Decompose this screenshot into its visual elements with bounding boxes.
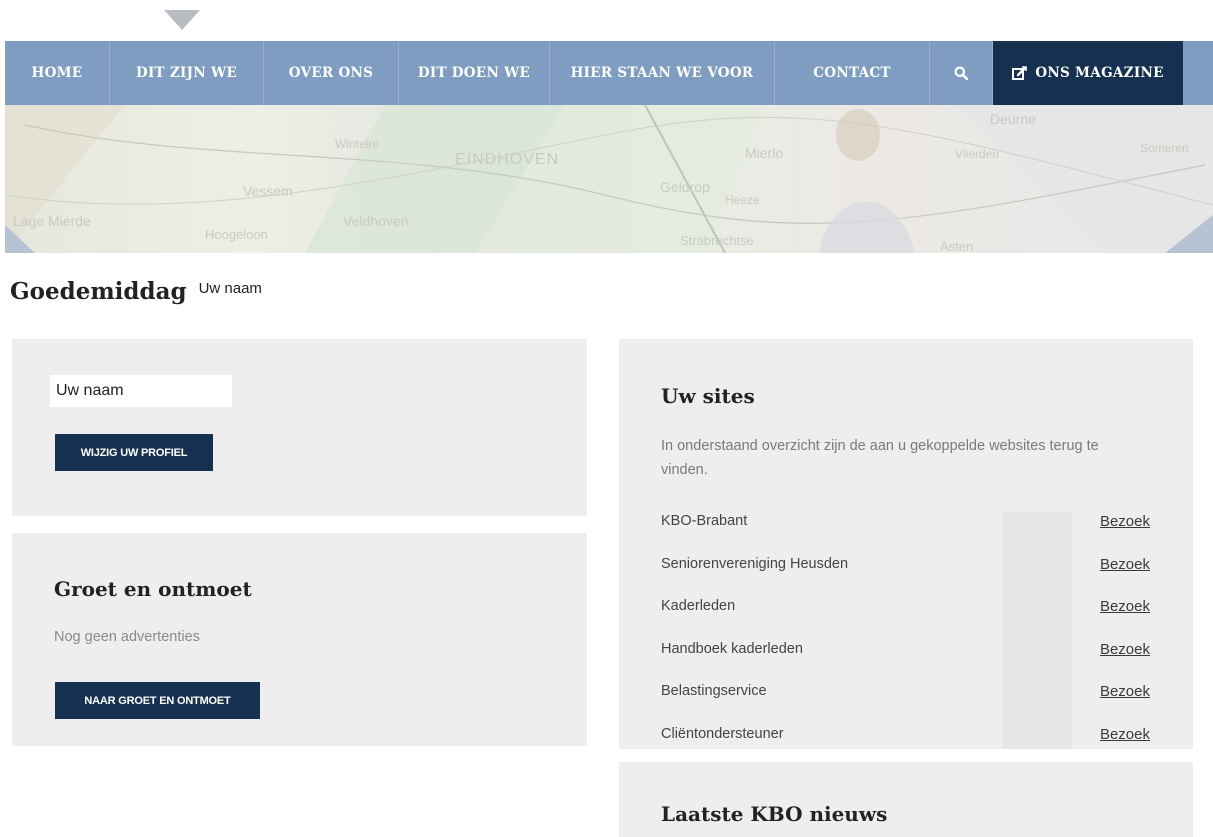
search-icon bbox=[954, 66, 968, 80]
list-item: KBO-Brabant Bezoek bbox=[661, 513, 1161, 556]
site-visit-link[interactable]: Bezoek bbox=[1100, 641, 1150, 658]
site-visit-link[interactable]: Bezoek bbox=[1100, 598, 1150, 615]
sites-card: Uw sites In onderstaand overzicht zijn d… bbox=[619, 339, 1193, 749]
hero-map-label: Deurne bbox=[990, 111, 1036, 127]
sites-description: In onderstaand overzicht zijn de aan u g… bbox=[661, 438, 1099, 478]
list-item: Kaderleden Bezoek bbox=[661, 598, 1161, 641]
main-navigation: HOME DIT ZIJN WE OVER ONS DIT DOEN WE HI… bbox=[5, 41, 1213, 105]
groet-card: Groet en ontmoet Nog geen advertenties N… bbox=[12, 533, 587, 746]
groet-title: Groet en ontmoet bbox=[54, 577, 252, 601]
user-name: Uw naam bbox=[198, 280, 262, 297]
site-name: Cliëntondersteuner bbox=[661, 725, 784, 742]
list-item: Belastingservice Bezoek bbox=[661, 683, 1161, 726]
nav-filler bbox=[1183, 41, 1213, 105]
hero-banner: Lage Mierde Vessem Wintelre EINDHOVEN Ve… bbox=[5, 105, 1213, 253]
site-visit-link[interactable]: Bezoek bbox=[1100, 513, 1150, 530]
hero-map-label: Lage Mierde bbox=[13, 213, 91, 229]
hero-map-label: Asten bbox=[940, 239, 974, 253]
groet-empty-message: Nog geen advertenties bbox=[54, 629, 200, 645]
news-card: Laatste KBO nieuws bbox=[619, 762, 1193, 837]
greeting: Goedemiddag Uw naam bbox=[10, 278, 262, 305]
site-name: Belastingservice bbox=[661, 683, 767, 699]
hero-map-label: Hoogeloon bbox=[205, 227, 268, 242]
groet-button[interactable]: NAAR GROET EN ONTMOET bbox=[55, 682, 260, 719]
edit-profile-button[interactable]: WIJZIG UW PROFIEL bbox=[55, 434, 213, 471]
page-title: Goedemiddag bbox=[10, 278, 187, 305]
hero-map-label: Veldhoven bbox=[343, 213, 409, 229]
nav-item-ons-magazine[interactable]: ONS MAGAZINE bbox=[993, 41, 1183, 105]
magazine-label: ONS MAGAZINE bbox=[1035, 65, 1164, 81]
site-visit-link[interactable]: Bezoek bbox=[1100, 726, 1150, 743]
hero-map-label: EINDHOVEN bbox=[455, 151, 560, 168]
nav-item-dit-zijn-we[interactable]: DIT ZIJN WE bbox=[110, 41, 264, 105]
nav-item-home[interactable]: HOME bbox=[5, 41, 110, 105]
list-item: Handboek kaderleden Bezoek bbox=[661, 641, 1161, 684]
nav-search-button[interactable] bbox=[930, 41, 993, 105]
sites-list: KBO-Brabant Bezoek Seniorenvereniging He… bbox=[661, 513, 1161, 749]
list-item: Cliëntondersteuner Bezoek bbox=[661, 726, 1161, 750]
site-name: Handboek kaderleden bbox=[661, 640, 803, 657]
hero-map-label: Vlierden bbox=[955, 147, 1000, 161]
nav-item-dit-doen-we[interactable]: DIT DOEN WE bbox=[399, 41, 550, 105]
name-field[interactable] bbox=[50, 375, 232, 407]
hero-map-label: Geldrop bbox=[660, 179, 710, 195]
site-name: Seniorenvereniging Heusden bbox=[661, 555, 849, 572]
edit-icon bbox=[1012, 65, 1028, 80]
nav-item-hier-staan-we-voor[interactable]: HIER STAAN WE VOOR bbox=[550, 41, 775, 105]
site-name: Kaderleden bbox=[661, 598, 736, 614]
hero-map-label: Mierlo bbox=[745, 145, 784, 161]
hero-map-label: Strabrechtse bbox=[680, 233, 754, 248]
nav-item-over-ons[interactable]: OVER ONS bbox=[264, 41, 399, 105]
hero-map-label: Heeze bbox=[725, 193, 760, 207]
list-item: Seniorenvereniging Heusden Bezoek bbox=[661, 556, 1161, 599]
nav-item-contact[interactable]: CONTACT bbox=[775, 41, 930, 105]
hero-map-label: Someren bbox=[1140, 141, 1189, 155]
hero-map-graphic bbox=[5, 105, 1213, 253]
sites-title: Uw sites bbox=[661, 384, 755, 408]
hero-map-label: Wintelre bbox=[335, 137, 380, 151]
dropdown-caret bbox=[164, 10, 200, 30]
hero-map-label: Vessem bbox=[243, 183, 293, 199]
site-visit-link[interactable]: Bezoek bbox=[1100, 556, 1150, 573]
site-name: KBO-Brabant bbox=[661, 513, 748, 529]
news-title: Laatste KBO nieuws bbox=[661, 802, 888, 826]
profile-card: WIJZIG UW PROFIEL bbox=[12, 339, 587, 516]
site-visit-link[interactable]: Bezoek bbox=[1100, 683, 1150, 700]
